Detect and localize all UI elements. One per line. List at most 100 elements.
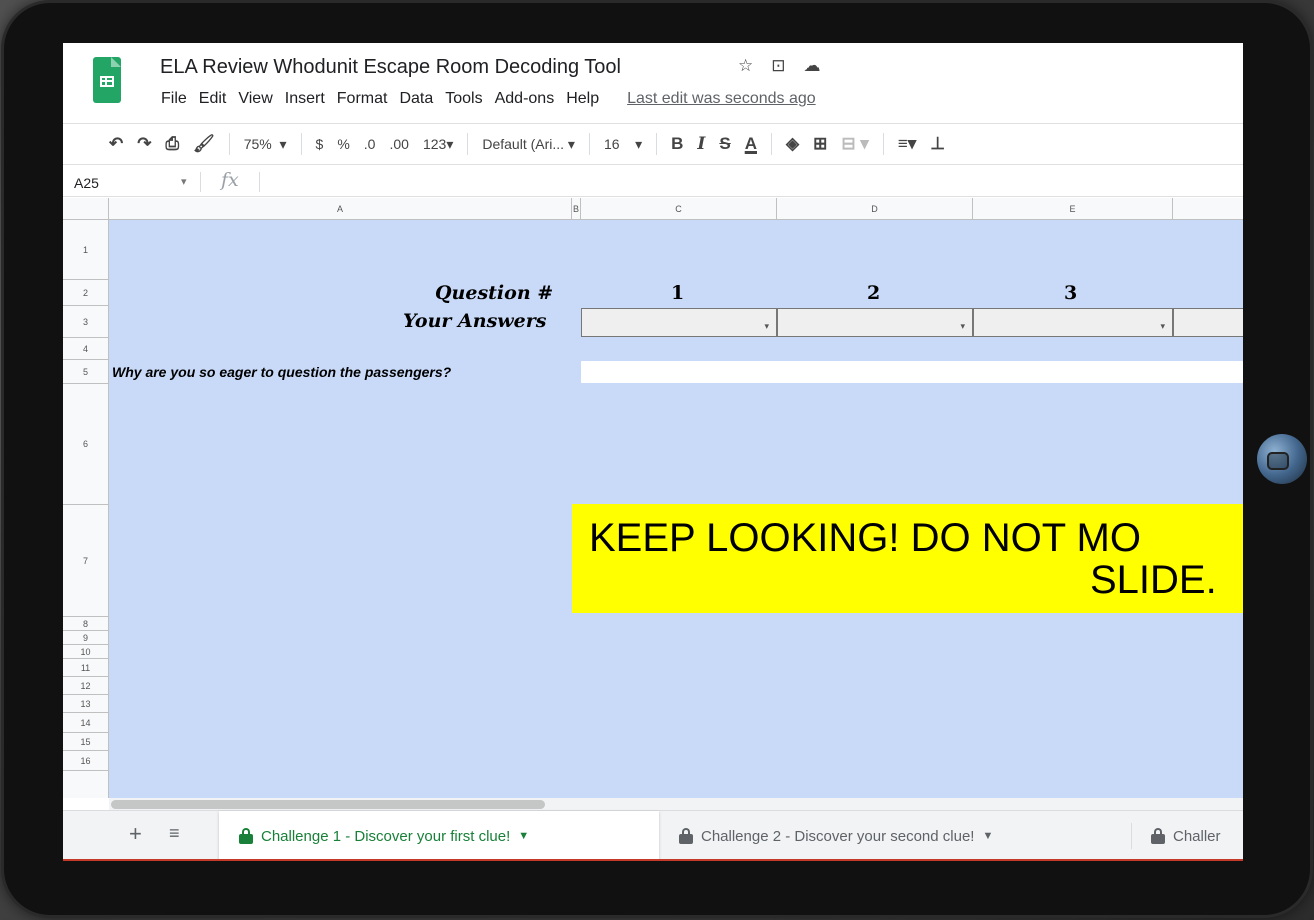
cloud-saved-icon[interactable]: ☁ <box>804 56 821 76</box>
keep-looking-banner: KEEP LOOKING! DO NOT MO SLIDE. <box>572 504 1243 613</box>
column-header-f[interactable] <box>1173 198 1243 220</box>
undo-icon[interactable]: ↶ <box>109 134 123 154</box>
sheet-tab-label: Challenge 2 - Discover your second clue! <box>701 827 975 845</box>
row-header[interactable]: 16 <box>63 751 109 771</box>
zoom-select[interactable]: 75% ▾ <box>244 136 287 153</box>
answer-2-dropdown[interactable]: ▾ <box>777 308 973 337</box>
align-icon[interactable]: ≡▾ <box>898 134 916 154</box>
menu-insert[interactable]: Insert <box>284 90 326 108</box>
question-prompt: Why are you so eager to question the pas… <box>112 364 452 380</box>
row-header[interactable]: 4 <box>63 338 109 360</box>
answer-3-dropdown[interactable]: ▾ <box>973 308 1173 337</box>
question-number-label: Question # <box>435 282 554 304</box>
column-header-e[interactable]: E <box>973 198 1173 220</box>
chevron-down-icon[interactable]: ▾ <box>181 175 187 188</box>
document-title[interactable]: ELA Review Whodunit Escape Room Decoding… <box>160 56 621 79</box>
menu-add-ons[interactable]: Add-ons <box>494 90 556 108</box>
all-sheets-button[interactable]: ≡ <box>169 823 180 844</box>
row-header[interactable]: 3 <box>63 306 109 338</box>
menu-data[interactable]: Data <box>398 90 434 108</box>
sheet-tab-challenge-3[interactable]: Challer <box>1151 811 1221 861</box>
row-header[interactable]: 15 <box>63 733 109 751</box>
increase-decimal-button[interactable]: .00 <box>389 136 408 152</box>
toolbar: ↶ ↷ ⎙ 🖌 75% ▾ $ % .0 .00 123▾ Default (A… <box>63 123 1243 165</box>
sheet-tab-label: Challenge 1 - Discover your first clue! <box>261 827 511 845</box>
row-header[interactable]: 1 <box>63 220 109 280</box>
row-header[interactable]: 2 <box>63 280 109 306</box>
row-header[interactable]: 7 <box>63 505 109 617</box>
tablet-frame: ELA Review Whodunit Escape Room Decoding… <box>4 3 1310 915</box>
column-header-d[interactable]: D <box>777 198 973 220</box>
chevron-down-icon[interactable]: ▾ <box>1160 321 1165 332</box>
horizontal-scrollbar[interactable] <box>109 798 1243 810</box>
sheets-logo-icon[interactable] <box>93 57 121 103</box>
redo-icon[interactable]: ↷ <box>137 134 151 154</box>
row-header[interactable]: 13 <box>63 695 109 713</box>
column-header-c[interactable]: C <box>581 198 777 220</box>
row-header[interactable]: 6 <box>63 384 109 505</box>
camera-icon <box>1257 434 1307 484</box>
menu-format[interactable]: Format <box>336 90 389 108</box>
chevron-down-icon[interactable]: ▾ <box>764 321 769 332</box>
vertical-align-icon[interactable]: ⊥ <box>930 134 945 154</box>
row-header[interactable]: 12 <box>63 677 109 695</box>
menu-file[interactable]: File <box>160 90 188 108</box>
chevron-down-icon[interactable]: ▾ <box>960 321 965 332</box>
menu-view[interactable]: View <box>237 90 273 108</box>
italic-button[interactable]: I <box>697 134 705 154</box>
question-3-header: 3 <box>1064 282 1078 304</box>
row-header[interactable]: 14 <box>63 713 109 733</box>
menu-edit[interactable]: Edit <box>198 90 228 108</box>
name-box[interactable]: A25 <box>74 175 99 191</box>
decrease-decimal-button[interactable]: .0 <box>364 136 376 152</box>
banner-text-line2: SLIDE. <box>1090 558 1217 602</box>
row-header[interactable]: 9 <box>63 631 109 645</box>
chevron-down-icon[interactable]: ▼ <box>982 830 993 842</box>
sheet-tab-challenge-2[interactable]: Challenge 2 - Discover your second clue!… <box>679 811 993 861</box>
menu-help[interactable]: Help <box>565 90 600 108</box>
select-all-corner[interactable] <box>63 198 109 220</box>
percent-button[interactable]: % <box>337 136 349 152</box>
row-header[interactable] <box>63 771 109 798</box>
add-sheet-button[interactable]: + <box>129 821 142 847</box>
borders-icon[interactable]: ⊞ <box>813 134 827 154</box>
row-header[interactable]: 8 <box>63 617 109 631</box>
menu-tools[interactable]: Tools <box>444 90 483 108</box>
lock-icon <box>239 828 253 844</box>
scrollbar-thumb[interactable] <box>111 800 545 809</box>
spreadsheet-screen: ELA Review Whodunit Escape Room Decoding… <box>63 43 1243 861</box>
merge-cells-icon[interactable]: ⊟ ▾ <box>841 134 869 154</box>
menu-bar: File Edit View Insert Format Data Tools … <box>160 90 817 108</box>
font-select[interactable]: Default (Ari... ▾ <box>482 136 575 153</box>
fill-color-icon[interactable]: ◈ <box>786 134 799 154</box>
paint-format-icon[interactable]: 🖌 <box>193 134 215 154</box>
strikethrough-button[interactable]: S <box>719 134 730 154</box>
row-header[interactable]: 10 <box>63 645 109 659</box>
answer-4-dropdown[interactable] <box>1173 308 1243 337</box>
text-color-button[interactable]: A <box>745 134 757 154</box>
prompt-answer-cell[interactable] <box>581 361 1243 383</box>
row-header[interactable]: 11 <box>63 659 109 677</box>
sheet-tab-bar: + ≡ Challenge 1 - Discover your first cl… <box>63 810 1243 861</box>
more-formats-button[interactable]: 123▾ <box>423 136 453 153</box>
font-size-select[interactable]: 16 ▾ <box>604 136 642 153</box>
question-1-header: 1 <box>671 282 685 304</box>
currency-button[interactable]: $ <box>316 136 324 152</box>
column-header-a[interactable]: A <box>109 198 572 220</box>
lock-icon <box>1151 828 1165 844</box>
bold-button[interactable]: B <box>671 134 683 154</box>
sheet-tab-challenge-1[interactable]: Challenge 1 - Discover your first clue! … <box>219 811 659 861</box>
sheet-tab-label: Challer <box>1173 827 1221 845</box>
row-header[interactable]: 5 <box>63 360 109 384</box>
column-header-b[interactable]: B <box>572 198 581 220</box>
formula-bar: A25 ▾ fx <box>63 167 1243 197</box>
lock-icon <box>679 828 693 844</box>
answer-1-dropdown[interactable]: ▾ <box>581 308 777 337</box>
star-icon[interactable]: ☆ <box>738 56 753 76</box>
print-icon[interactable]: ⎙ <box>166 134 180 154</box>
move-folder-icon[interactable]: ⊡ <box>771 56 785 76</box>
chevron-down-icon[interactable]: ▼ <box>518 830 529 842</box>
fx-icon: fx <box>221 169 239 191</box>
last-edit-link[interactable]: Last edit was seconds ago <box>626 90 817 108</box>
banner-text-line1: KEEP LOOKING! DO NOT MO <box>589 516 1141 560</box>
